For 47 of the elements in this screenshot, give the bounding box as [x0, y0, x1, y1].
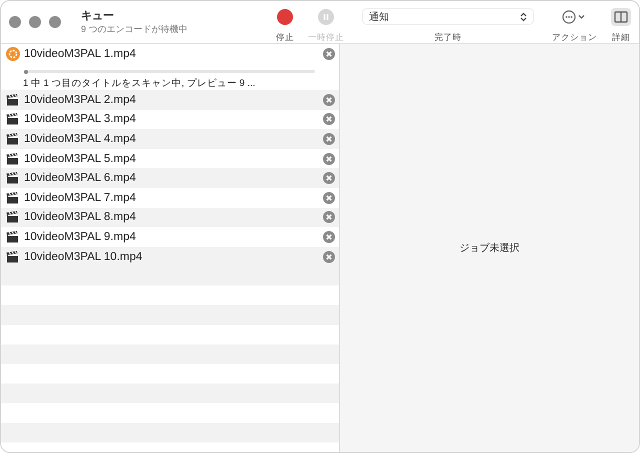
- clapperboard-icon: [6, 192, 19, 204]
- toolbar-label: 一時停止: [308, 32, 344, 44]
- stop-icon[interactable]: [277, 8, 293, 24]
- clapperboard-icon: [6, 211, 19, 224]
- remove-icon[interactable]: [323, 94, 335, 106]
- remove-icon[interactable]: [323, 152, 335, 165]
- remove-icon[interactable]: [323, 113, 335, 126]
- file-name: 10videoM3PAL 6.mp4: [24, 172, 137, 184]
- toolbar-label: 詳細: [612, 32, 630, 44]
- clapperboard-icon: [6, 152, 19, 165]
- sidebar-icon[interactable]: [611, 8, 631, 26]
- file-name: 10videoM3PAL 7.mp4: [24, 192, 137, 204]
- file-name: 10videoM3PAL 10.mp4: [24, 250, 144, 263]
- minimize-icon[interactable]: [29, 16, 41, 28]
- close-icon[interactable]: [9, 16, 21, 28]
- remove-icon[interactable]: [323, 132, 335, 145]
- file-name: 10videoM3PAL 9.mp4: [24, 230, 137, 243]
- remove-icon[interactable]: [323, 48, 335, 60]
- more-icon[interactable]: [562, 10, 588, 24]
- chevron-updown-icon[interactable]: [520, 12, 527, 22]
- clapperboard-icon: [6, 132, 19, 145]
- toolbar-label: 完了時: [434, 32, 462, 44]
- clapperboard-icon: [6, 250, 19, 263]
- zoom-icon[interactable]: [49, 16, 61, 28]
- remove-icon[interactable]: [323, 250, 335, 263]
- file-name: 10videoM3PAL 2.mp4: [24, 94, 137, 106]
- clapperboard-icon: [6, 94, 19, 106]
- file-name: 10videoM3PAL 3.mp4: [24, 113, 137, 126]
- file-name: 10videoM3PAL 5.mp4: [24, 152, 137, 165]
- file-name: 10videoM3PAL 1.mp4: [24, 48, 137, 60]
- remove-icon[interactable]: [323, 211, 335, 224]
- remove-icon[interactable]: [323, 172, 335, 184]
- encoding-icon: [6, 46, 20, 61]
- remove-icon[interactable]: [323, 192, 335, 204]
- clapperboard-icon: [6, 230, 19, 243]
- empty-message: ジョブ未選択: [460, 242, 520, 255]
- file-name: 10videoM3PAL 4.mp4: [24, 132, 137, 145]
- toolbar-label: 停止: [276, 32, 294, 44]
- window-title: キュー: [81, 9, 115, 23]
- file-name: 10videoM3PAL 8.mp4: [24, 211, 137, 224]
- clapperboard-icon: [6, 172, 19, 184]
- remove-icon[interactable]: [323, 230, 335, 243]
- clapperboard-icon: [6, 113, 19, 126]
- notification-dropdown[interactable]: 通知: [362, 8, 534, 25]
- status-text: 1 中 1 つ目のタイトルをスキャン中, プレビュー 9 ...: [23, 77, 256, 90]
- toolbar-label: アクション: [552, 32, 597, 44]
- window-subtitle: 9 つのエンコードが待機中: [81, 23, 189, 36]
